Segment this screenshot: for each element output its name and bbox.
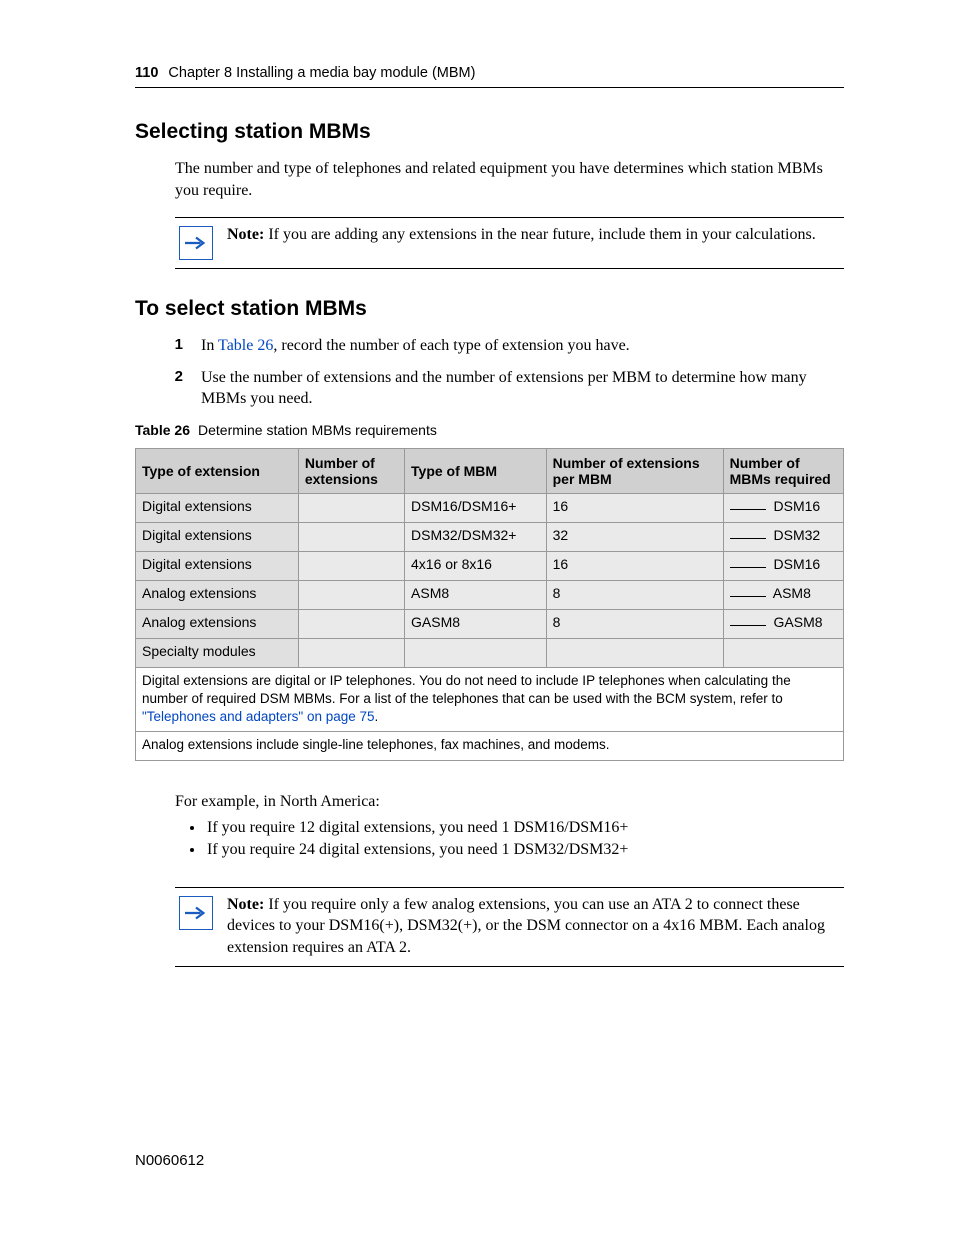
- table-row: Digital extensions DSM32/DSM32+32 DSM32: [136, 522, 844, 551]
- cell-req: [723, 638, 843, 667]
- cell-mbm: GASM8: [405, 609, 547, 638]
- cell-per-mbm: 16: [546, 493, 723, 522]
- note-block-1: Note: If you are adding any extensions i…: [175, 217, 844, 269]
- blank-line: [730, 596, 766, 597]
- page: 110 Chapter 8 Installing a media bay mod…: [0, 0, 954, 1235]
- note-1-body: If you are adding any extensions in the …: [264, 226, 815, 243]
- section-heading-selecting: Selecting station MBMs: [135, 120, 844, 144]
- req-label: ASM8: [770, 585, 811, 601]
- blank-line: [730, 509, 766, 510]
- th-type: Type of extension: [136, 448, 299, 493]
- cell-req: ASM8: [723, 580, 843, 609]
- th-num-ext: Number of extensions: [298, 448, 404, 493]
- cell-type: Digital extensions: [136, 493, 299, 522]
- table-footnote-2: Analog extensions include single-line te…: [136, 731, 844, 760]
- step-1-post: , record the number of each type of exte…: [273, 337, 629, 354]
- step-2: Use the number of extensions and the num…: [159, 367, 844, 410]
- req-label: GASM8: [770, 614, 823, 630]
- cell-mbm: ASM8: [405, 580, 547, 609]
- footer-doc-number: N0060612: [135, 1152, 204, 1169]
- cell-num-ext: [298, 580, 404, 609]
- step-2-post: Use the number of extensions and the num…: [201, 369, 807, 408]
- telephones-adapters-link[interactable]: "Telephones and adapters" on page 75: [142, 709, 375, 724]
- cell-num-ext: [298, 493, 404, 522]
- step-1-pre: In: [201, 337, 218, 354]
- footnote1-pre: Digital extensions are digital or IP tel…: [142, 673, 791, 706]
- cell-req: DSM32: [723, 522, 843, 551]
- note-2-text: Note: If you require only a few analog e…: [227, 894, 840, 959]
- table-row: Analog extensionsASM88 ASM8: [136, 580, 844, 609]
- example-bullets: If you require 12 digital extensions, yo…: [205, 819, 844, 859]
- cell-type: Digital extensions: [136, 551, 299, 580]
- blank-line: [730, 567, 766, 568]
- cell-per-mbm: 8: [546, 609, 723, 638]
- blank-line: [730, 625, 766, 626]
- page-number: 110: [135, 65, 158, 81]
- cell-mbm: [405, 638, 547, 667]
- cell-mbm: DSM16/DSM16+: [405, 493, 547, 522]
- table-row: Digital extensions 4x16 or 8x1616 DSM16: [136, 551, 844, 580]
- note-1-text: Note: If you are adding any extensions i…: [227, 224, 840, 246]
- cell-type: Analog extensions: [136, 580, 299, 609]
- chapter-title: Chapter 8 Installing a media bay module …: [168, 65, 475, 81]
- cell-req: DSM16: [723, 493, 843, 522]
- cell-mbm: 4x16 or 8x16: [405, 551, 547, 580]
- example-intro: For example, in North America:: [175, 793, 844, 811]
- th-req: Number of MBMs required: [723, 448, 843, 493]
- table26-link[interactable]: Table 26: [218, 337, 273, 354]
- table-caption-label: Table 26: [135, 422, 190, 438]
- cell-per-mbm: 8: [546, 580, 723, 609]
- arrow-right-icon: [179, 226, 213, 260]
- note-block-2: Note: If you require only a few analog e…: [175, 887, 844, 968]
- th-mbm: Type of MBM: [405, 448, 547, 493]
- cell-type: Digital extensions: [136, 522, 299, 551]
- table-footnote-1: Digital extensions are digital or IP tel…: [136, 667, 844, 731]
- table-row: Digital extensions DSM16/DSM16+16 DSM16: [136, 493, 844, 522]
- step-1: In Table 26, record the number of each t…: [159, 335, 844, 357]
- requirements-table: Type of extension Number of extensions T…: [135, 448, 844, 761]
- section-heading-to-select: To select station MBMs: [135, 297, 844, 321]
- cell-req: DSM16: [723, 551, 843, 580]
- req-label: DSM32: [770, 527, 821, 543]
- cell-type: Analog extensions: [136, 609, 299, 638]
- note-2-label: Note:: [227, 896, 264, 913]
- arrow-right-icon: [179, 896, 213, 930]
- cell-req: GASM8: [723, 609, 843, 638]
- blank-line: [730, 538, 766, 539]
- cell-type: Specialty modules: [136, 638, 299, 667]
- cell-per-mbm: [546, 638, 723, 667]
- cell-num-ext: [298, 638, 404, 667]
- note-2-body: If you require only a few analog extensi…: [227, 896, 825, 956]
- cell-mbm: DSM32/DSM32+: [405, 522, 547, 551]
- req-label: DSM16: [770, 556, 821, 572]
- table-caption: Table 26 Determine station MBMs requireme…: [135, 422, 844, 438]
- note-1-label: Note:: [227, 226, 264, 243]
- list-item: If you require 24 digital extensions, yo…: [205, 841, 844, 859]
- running-header: 110 Chapter 8 Installing a media bay mod…: [135, 65, 844, 88]
- th-per-mbm: Number of extensions per MBM: [546, 448, 723, 493]
- cell-num-ext: [298, 551, 404, 580]
- req-label: DSM16: [770, 498, 821, 514]
- cell-per-mbm: 16: [546, 551, 723, 580]
- cell-num-ext: [298, 609, 404, 638]
- list-item: If you require 12 digital extensions, yo…: [205, 819, 844, 837]
- footnote2-text: Analog extensions include single-line te…: [136, 731, 844, 760]
- table-row: Analog extensionsGASM88 GASM8: [136, 609, 844, 638]
- table-row: Specialty modules: [136, 638, 844, 667]
- table-header-row: Type of extension Number of extensions T…: [136, 448, 844, 493]
- steps-list: In Table 26, record the number of each t…: [159, 335, 844, 410]
- cell-per-mbm: 32: [546, 522, 723, 551]
- table-caption-text: Determine station MBMs requirements: [198, 422, 437, 438]
- cell-num-ext: [298, 522, 404, 551]
- section1-body: The number and type of telephones and re…: [175, 158, 844, 201]
- footnote1-post: .: [375, 709, 379, 724]
